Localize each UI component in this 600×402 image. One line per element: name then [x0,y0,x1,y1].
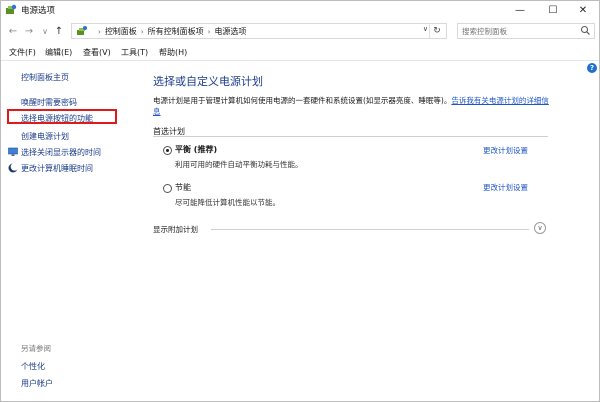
close-button[interactable]: ✕ [568,1,598,19]
main-content: 选择或自定义电源计划 电源计划是用于管理计算机如何使用电源的一套硬件和系统设置(… [153,61,593,401]
see-also-label: 另请参阅 [21,344,51,353]
search-icon[interactable] [580,25,591,36]
left-navigation-pane: 控制面板主页 唤醒时需要密码 选择电源按钮的功能 创建电源计划 选择关闭显示器的… [1,61,141,401]
show-additional-plans-label[interactable]: 显示附加计划 [153,224,198,235]
up-button[interactable]: ↑ [53,24,65,38]
refresh-icon[interactable]: ↻ [429,24,444,38]
forward-button[interactable]: → [23,24,35,38]
see-also-user-accounts[interactable]: 用户帐户 [21,378,53,389]
section-divider [153,136,548,137]
breadcrumb-control-panel[interactable]: 控制面板 [105,26,137,37]
moon-icon [8,163,18,173]
maximize-button[interactable]: ☐ [538,1,568,19]
window-title: 电源选项 [21,6,56,16]
chevron-right-icon[interactable]: › [204,28,215,36]
breadcrumb-all-items[interactable]: 所有控制面板项 [148,26,204,37]
title-bar: 电源选项 — ☐ ✕ [1,1,599,19]
chevron-down-icon[interactable]: ∨ [534,222,546,234]
description-text: 电源计划是用于管理计算机如何使用电源的一套硬件和系统设置(如显示器亮度、睡眠等)… [153,96,452,105]
chevron-right-icon[interactable]: › [137,28,148,36]
chevron-right-icon: › [98,27,101,36]
menu-help[interactable]: 帮助(H) [159,47,187,58]
chevron-down-icon[interactable]: ∨ [423,25,428,33]
menu-edit[interactable]: 编辑(E) [45,47,72,58]
breadcrumb: › 控制面板 › 所有控制面板项 › 电源选项 [94,26,246,37]
sidebar-item-wake-password[interactable]: 唤醒时需要密码 [21,97,77,108]
recent-locations-button[interactable]: ∨ [39,24,51,38]
breadcrumb-power-options[interactable]: 电源选项 [214,26,246,37]
sidebar-item-create-plan[interactable]: 创建电源计划 [21,131,69,142]
monitor-icon [8,147,18,156]
menu-tools[interactable]: 工具(T) [121,47,148,58]
plan-balanced-description: 利用可用的硬件自动平衡功耗与性能。 [175,160,303,169]
address-row: ← → ∨ ↑ › 控制面板 › 所有控制面板项 › 电源选项 ∨ ↻ [1,20,599,42]
plan-power-saver-name[interactable]: 节能 [175,182,191,193]
menu-view[interactable]: 查看(V) [83,47,111,58]
power-options-app-icon [6,4,17,14]
sidebar-item-power-button[interactable]: 选择电源按钮的功能 [21,113,93,124]
plan-power-saver-description: 尽可能降低计算机性能以节能。 [175,198,280,207]
plan-balanced-radio[interactable] [163,146,172,155]
plan-power-saver-radio[interactable] [163,184,172,193]
sidebar-item-sleep-time[interactable]: 更改计算机睡眠时间 [21,163,93,174]
plan-balanced-name[interactable]: 平衡 (推荐) [175,144,217,155]
sidebar-item-display-off[interactable]: 选择关闭显示器的时间 [21,147,101,158]
search-box[interactable] [457,23,595,39]
page-title: 选择或自定义电源计划 [153,75,263,88]
plan-balanced-change-settings-link[interactable]: 更改计划设置 [483,145,528,156]
plan-power-saver-change-settings-link[interactable]: 更改计划设置 [483,182,528,193]
menu-file[interactable]: 文件(F) [9,47,36,58]
additional-plans-divider [211,229,529,230]
see-also-personalization[interactable]: 个性化 [21,361,45,372]
sidebar-item-home[interactable]: 控制面板主页 [21,72,69,83]
power-options-window: 电源选项 — ☐ ✕ ← → ∨ ↑ › 控制面板 › 所有控制面板项 › 电源… [0,0,600,402]
page-description: 电源计划是用于管理计算机如何使用电源的一套硬件和系统设置(如显示器亮度、睡眠等)… [153,95,553,117]
control-panel-icon [77,26,87,35]
minimize-button[interactable]: — [505,1,535,19]
back-button[interactable]: ← [7,24,19,38]
search-input[interactable] [462,25,572,37]
menu-bar: 文件(F) 编辑(E) 查看(V) 工具(T) 帮助(H) [1,44,599,61]
address-bar[interactable]: › 控制面板 › 所有控制面板项 › 电源选项 ∨ ↻ [71,23,447,39]
